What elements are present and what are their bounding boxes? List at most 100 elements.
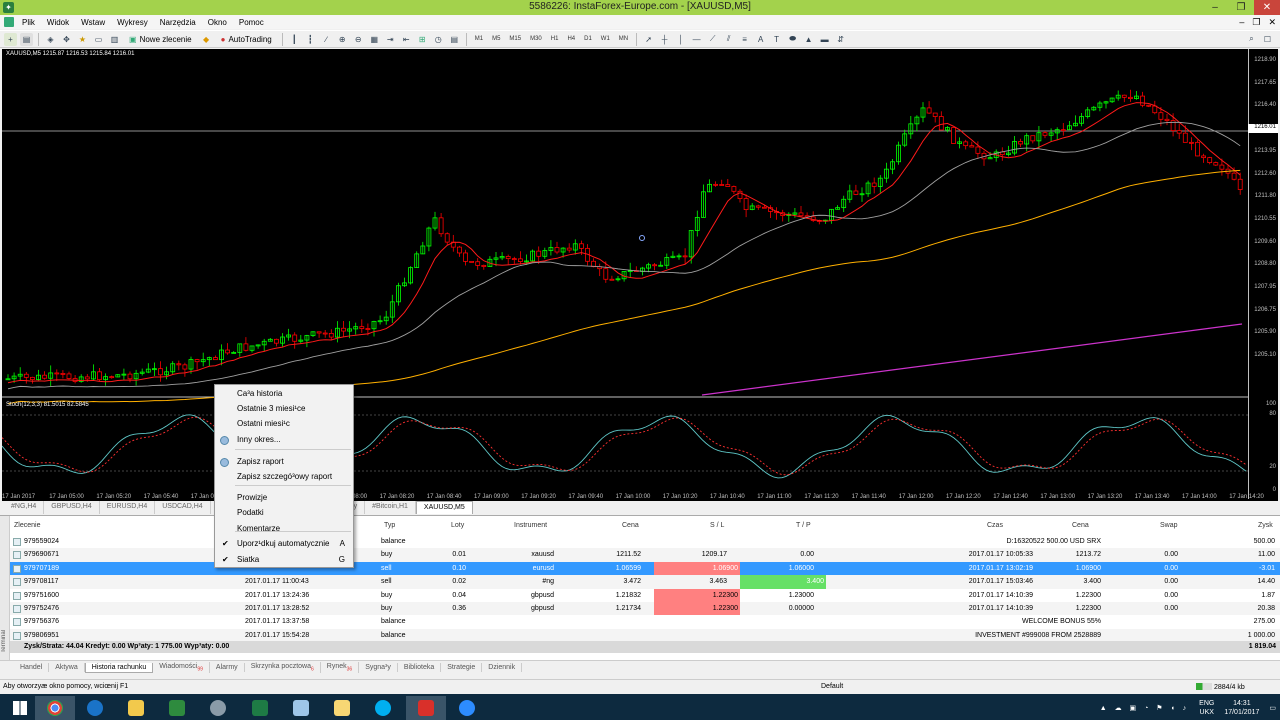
timeframe-m15[interactable]: M15 — [506, 36, 524, 42]
line-chart-icon[interactable]: ∕ — [320, 33, 333, 46]
context-menu-item[interactable]: Inny okres... — [215, 433, 353, 447]
channel-icon[interactable]: ⫽ — [722, 33, 735, 46]
col-type[interactable]: Typ — [384, 522, 395, 529]
zoom-in-icon[interactable]: ⊕ — [336, 33, 349, 46]
col-price[interactable]: Cena — [622, 522, 639, 529]
price-chart[interactable]: XAUUSD,M5 1215.87 1216.53 1215.84 1216.0… — [2, 49, 1278, 501]
periods-icon[interactable]: ◷ — [432, 33, 445, 46]
context-menu-item[interactable]: Ca³a historia — [215, 387, 353, 401]
taskbar-notepad[interactable] — [281, 696, 321, 720]
zoom-out-icon[interactable]: ⊖ — [352, 33, 365, 46]
terminal-tab[interactable]: Sygna³y — [359, 663, 398, 672]
maximize-button[interactable]: ❐ — [1228, 0, 1254, 15]
market-watch-icon[interactable]: ◈ — [44, 33, 57, 46]
terminal-tab[interactable]: Rynek36 — [321, 661, 360, 674]
table-row[interactable]: 979752476 2017.01.17 13:28:52 buy 0.36 gbpus… — [10, 601, 1280, 616]
profiles-icon[interactable]: ▤ — [20, 32, 33, 46]
taskbar-files[interactable] — [322, 696, 362, 720]
horizontal-line-icon[interactable]: — — [690, 33, 703, 46]
menu-file[interactable]: Plik — [16, 18, 41, 27]
terminal-tab[interactable]: Biblioteka — [398, 663, 442, 672]
connection-status[interactable]: 2884/4 kb — [1196, 683, 1245, 691]
triangle-icon[interactable]: ▲ — [802, 33, 815, 46]
chart-tab[interactable]: GBPUSD,H4 — [44, 501, 100, 514]
col-swap[interactable]: Swap — [1160, 522, 1178, 529]
chart-tab[interactable]: #NG,H4 — [4, 501, 45, 514]
taskbar-skype[interactable] — [363, 696, 403, 720]
chart-restore-button[interactable]: ❐ — [1252, 17, 1260, 28]
rectangle-icon[interactable]: ▬ — [818, 33, 831, 46]
text-label-icon[interactable]: T — [770, 33, 783, 46]
col-order[interactable]: Zlecenie — [14, 522, 40, 529]
chart-tab[interactable]: EURUSD,H4 — [100, 501, 156, 514]
crosshair-icon[interactable]: ┼ — [658, 33, 671, 46]
taskbar-calculator[interactable] — [240, 696, 280, 720]
context-menu-item[interactable]: Zapisz szczegó³owy raport — [215, 470, 353, 484]
timeframe-w1[interactable]: W1 — [598, 36, 613, 42]
terminal-tab[interactable]: Skrzynka pocztowa6 — [245, 661, 321, 674]
terminal-tab[interactable]: Historia rachunku — [84, 662, 154, 673]
col-lots[interactable]: Loty — [451, 522, 464, 529]
bar-chart-icon[interactable]: ┃ — [288, 33, 301, 46]
context-menu-item[interactable]: ✔ Uporz¹dkuj automatycznie A — [215, 537, 353, 551]
taskbar-edge[interactable] — [75, 696, 115, 720]
templates-icon[interactable]: ▤ — [448, 33, 461, 46]
language-indicator[interactable]: ENG UKX — [1199, 699, 1214, 717]
timeframe-d1[interactable]: D1 — [581, 36, 595, 42]
col-sl[interactable]: S / L — [710, 522, 724, 529]
terminal-side-bar[interactable]: Terminal — [0, 516, 10, 661]
taskbar-instaforex[interactable] — [406, 696, 446, 720]
terminal-tab[interactable]: Wiadomości99 — [153, 661, 210, 674]
col-profit[interactable]: Zysk — [1258, 522, 1273, 529]
menu-help[interactable]: Pomoc — [233, 18, 270, 27]
menu-tools[interactable]: Narzędzia — [154, 18, 202, 27]
taskbar-chrome[interactable] — [35, 696, 75, 720]
tile-windows-icon[interactable]: ▦ — [368, 33, 381, 46]
fibonacci-icon[interactable]: ≡ — [738, 33, 751, 46]
text-icon[interactable]: A — [754, 33, 767, 46]
timeframe-mn[interactable]: MN — [616, 36, 631, 42]
menu-view[interactable]: Widok — [41, 18, 75, 27]
terminal-tab[interactable]: Aktywa — [49, 663, 85, 672]
price-axis[interactable]: 1218.901217.651216.401215.151213.951212.… — [1248, 49, 1278, 499]
navigator-icon[interactable]: ★ — [76, 33, 89, 46]
menu-insert[interactable]: Wstaw — [75, 18, 111, 27]
new-order-button[interactable]: ▣ Nowe zlecenie — [124, 32, 197, 47]
chart-close-button[interactable]: ✕ — [1268, 17, 1276, 28]
arrows-icon[interactable]: ⇵ — [834, 33, 847, 46]
timeframe-h4[interactable]: H4 — [564, 36, 578, 42]
chart-window-icon[interactable] — [4, 17, 14, 27]
vertical-line-icon[interactable]: │ — [674, 33, 687, 46]
chart-shift-icon[interactable]: ⇤ — [400, 33, 413, 46]
terminal-tab[interactable]: Strategie — [441, 663, 483, 672]
chart-canvas[interactable] — [2, 49, 1248, 491]
taskbar-zoom[interactable] — [447, 696, 487, 720]
chart-tab[interactable]: #Bitcoin,H1 — [365, 501, 416, 514]
context-menu-item[interactable]: Ostatni miesi¹c — [215, 417, 353, 431]
table-row[interactable]: 979707189 sell 0.10 eurusd 1.06599 1.06900 1.0… — [10, 561, 1280, 576]
autoscroll-icon[interactable]: ⇥ — [384, 33, 397, 46]
time-axis[interactable]: 17 Jan 2017 17 Jan 05:00 17 Jan 05:20 17 Ja… — [2, 491, 1264, 501]
chart-minimize-button[interactable]: – — [1239, 17, 1244, 27]
menu-charts[interactable]: Wykresy — [111, 18, 154, 27]
minimize-button[interactable]: – — [1202, 0, 1228, 15]
timeframe-h1[interactable]: H1 — [548, 36, 562, 42]
trendline-icon[interactable]: ⟋ — [706, 33, 719, 46]
terminal-icon[interactable]: ▭ — [92, 33, 105, 46]
search-icon[interactable]: ⌕ — [1245, 33, 1258, 46]
taskbar-app[interactable] — [198, 696, 238, 720]
chart-tab[interactable]: USDCAD,H4 — [155, 501, 211, 514]
taskbar-explorer[interactable] — [116, 696, 156, 720]
terminal-tab[interactable]: Dziennik — [482, 663, 523, 672]
timeframe-m5[interactable]: M5 — [489, 36, 503, 42]
table-row[interactable]: 979756376 2017.01.17 13:37:58 balance WELCO… — [10, 615, 1280, 628]
autotrading-button[interactable]: ● AutoTrading — [216, 32, 277, 47]
data-window-icon[interactable]: ✥ — [60, 33, 73, 46]
candlestick-icon[interactable]: ┇ — [304, 33, 317, 46]
col-time[interactable]: Czas — [987, 522, 1003, 529]
timeframe-m30[interactable]: M30 — [527, 36, 545, 42]
col-tp[interactable]: T / P — [796, 522, 811, 529]
terminal-tab[interactable]: Alarmy — [210, 663, 245, 672]
tester-icon[interactable]: ▥ — [108, 33, 121, 46]
context-menu-item[interactable]: Komentarze — [215, 522, 353, 536]
